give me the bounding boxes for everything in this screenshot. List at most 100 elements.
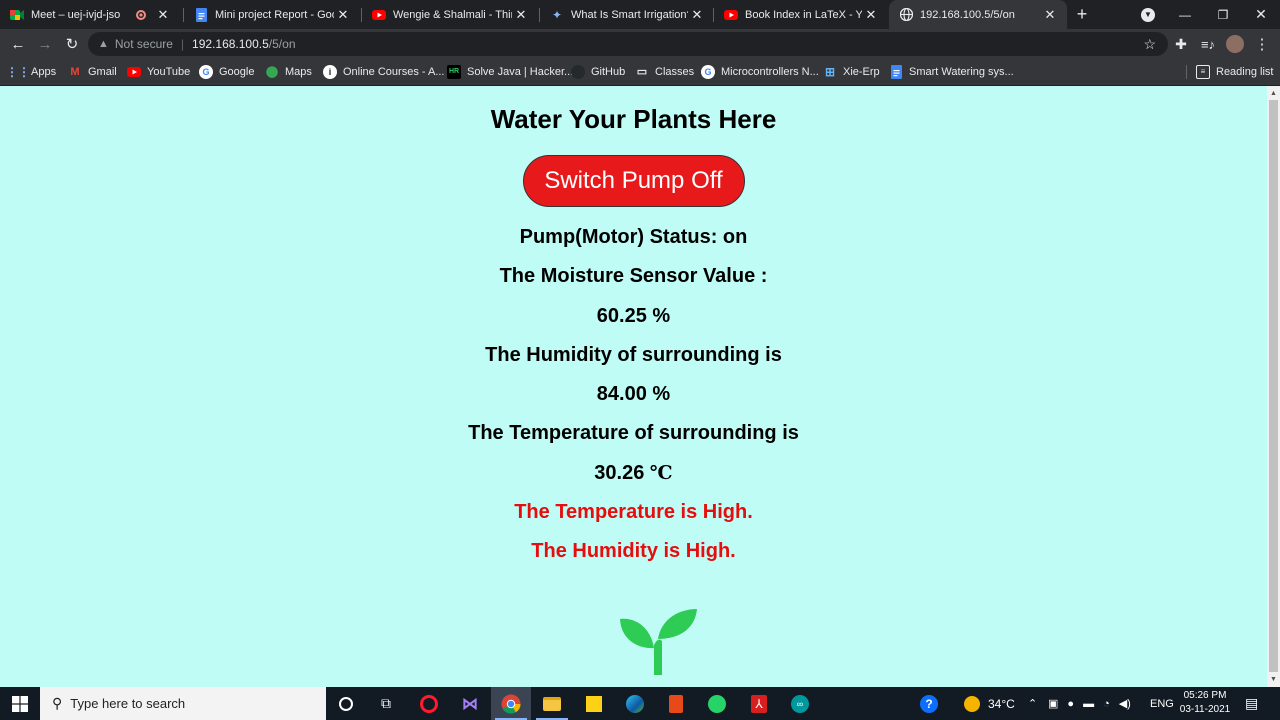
close-tab-icon[interactable]: ✕ bbox=[1041, 6, 1059, 24]
cortana-icon bbox=[339, 696, 353, 711]
new-tab-button[interactable]: + bbox=[1072, 4, 1092, 24]
close-tab-icon[interactable]: ✕ bbox=[512, 6, 530, 24]
office-app[interactable] bbox=[656, 687, 696, 720]
restore-button[interactable]: ❐ bbox=[1210, 0, 1236, 29]
sticky-notes-app[interactable] bbox=[574, 687, 614, 720]
tab-smart-irrigation[interactable]: ✦ What Is Smart Irrigation? - ✕ bbox=[540, 0, 714, 29]
bookmark-label: Smart Watering sys... bbox=[909, 65, 1014, 78]
chrome-app[interactable] bbox=[491, 687, 531, 720]
extensions-button[interactable]: ✚ bbox=[1170, 33, 1192, 55]
temperature-alert: The Temperature is High. bbox=[514, 501, 753, 524]
tray-overflow-button[interactable]: ⌃ bbox=[1028, 687, 1037, 720]
tab-wengie[interactable]: Wengie & Shalmali - Thing ✕ bbox=[362, 0, 538, 29]
start-button[interactable] bbox=[0, 687, 40, 720]
meet-now-icon: ▣ bbox=[1048, 698, 1059, 710]
media-control-button[interactable]: ≡♪ bbox=[1197, 33, 1219, 55]
tab-meet[interactable]: Meet – uej-ivjd-jso ✕ bbox=[0, 0, 180, 29]
bookmark-github[interactable]: GitHub bbox=[571, 58, 625, 85]
address-bar[interactable]: ▲ Not secure | 192.168.100.5/5/on ☆ bbox=[88, 32, 1168, 56]
close-window-button[interactable]: ✕ bbox=[1248, 0, 1274, 29]
tab-title: 192.168.100.5/5/on bbox=[920, 8, 1015, 21]
language-indicator[interactable]: ENG bbox=[1150, 687, 1174, 720]
acrobat-icon: ⅄ bbox=[751, 694, 767, 713]
github-icon bbox=[571, 64, 585, 79]
close-icon: ✕ bbox=[1255, 6, 1267, 22]
bookmark-xie-erp[interactable]: ⊞ Xie-Erp bbox=[823, 58, 880, 85]
windows-icon: ⊞ bbox=[824, 64, 836, 79]
close-tab-icon[interactable]: ✕ bbox=[154, 6, 172, 24]
sprout-icon bbox=[620, 609, 697, 675]
bookmark-label: Maps bbox=[285, 65, 312, 78]
close-tab-icon[interactable]: ✕ bbox=[334, 6, 352, 24]
wifi-icon: ◔ bbox=[1103, 697, 1110, 710]
bookmark-star-icon[interactable]: ☆ bbox=[1143, 36, 1156, 53]
tab-active-local[interactable]: 192.168.100.5/5/on ✕ bbox=[889, 0, 1067, 29]
scroll-up-arrow-icon[interactable]: ▲ bbox=[1267, 87, 1280, 100]
close-tab-icon[interactable]: ✕ bbox=[862, 6, 880, 24]
playlist-icon: ≡♪ bbox=[1200, 36, 1216, 52]
minimize-icon: — bbox=[1179, 7, 1191, 22]
reload-button[interactable]: ↻ bbox=[61, 33, 83, 55]
tab-title: Book Index in LaTeX - YouTube bbox=[745, 8, 862, 21]
bookmarks-bar: ⋮⋮ Apps M Gmail YouTube G Google ⬤ Maps … bbox=[0, 58, 1280, 86]
close-tab-icon[interactable]: ✕ bbox=[688, 6, 706, 24]
folder-icon bbox=[543, 696, 561, 711]
globe-icon bbox=[899, 8, 913, 22]
task-view-button[interactable]: ⧉ bbox=[366, 687, 406, 720]
page-title: Water Your Plants Here bbox=[490, 104, 777, 134]
youtube-icon bbox=[724, 8, 738, 22]
edge-app[interactable] bbox=[615, 687, 655, 720]
scroll-down-arrow-icon[interactable]: ▼ bbox=[1267, 673, 1280, 686]
arduino-app[interactable]: ∞ bbox=[780, 687, 820, 720]
tab-title: Mini project Report - Google bbox=[215, 8, 334, 21]
switch-pump-off-button[interactable]: Switch Pump Off bbox=[522, 155, 745, 207]
minimize-button[interactable]: — bbox=[1172, 0, 1198, 29]
moisture-value: 60.25 % bbox=[596, 304, 671, 327]
warning-triangle-icon: ▲ bbox=[98, 38, 109, 50]
youtube-icon bbox=[372, 8, 386, 22]
notifications-button[interactable]: ▤ bbox=[1245, 687, 1258, 720]
reading-list-button[interactable]: ≡ Reading list bbox=[1196, 58, 1273, 85]
cortana-button[interactable] bbox=[326, 687, 366, 720]
chevron-down-icon: ▼ bbox=[1141, 7, 1155, 22]
bookmark-online-courses[interactable]: i Online Courses - A... bbox=[323, 58, 445, 85]
system-clock[interactable]: 05:26 PM 03-11-2021 bbox=[1176, 689, 1234, 717]
weather-widget[interactable]: 34°C bbox=[964, 687, 1015, 720]
bookmark-youtube[interactable]: YouTube bbox=[127, 58, 190, 85]
tray-icons[interactable]: ▣ ● ▬ ◔ ◀) bbox=[1048, 687, 1131, 720]
file-explorer-app[interactable] bbox=[532, 687, 572, 720]
bookmark-label: Solve Java | Hacker... bbox=[467, 65, 574, 78]
tab-book-index[interactable]: Book Index in LaTeX - YouTube ✕ bbox=[714, 0, 888, 29]
bookmark-gmail[interactable]: M Gmail bbox=[68, 58, 116, 85]
bookmark-microcontrollers[interactable]: G Microcontrollers N... bbox=[701, 58, 819, 85]
bookmark-google[interactable]: G Google bbox=[199, 58, 254, 85]
bookmark-classes[interactable]: ▭ Classes bbox=[635, 58, 694, 85]
whatsapp-app[interactable] bbox=[697, 687, 737, 720]
opera-app[interactable] bbox=[409, 687, 449, 720]
bookmark-maps[interactable]: ⬤ Maps bbox=[265, 58, 312, 85]
bookmark-apps[interactable]: ⋮⋮ Apps bbox=[6, 58, 56, 85]
folder-icon: ▭ bbox=[636, 66, 648, 78]
bookmarks-divider bbox=[1186, 65, 1187, 79]
help-icon[interactable]: ? bbox=[920, 687, 938, 720]
profile-avatar[interactable] bbox=[1226, 35, 1244, 53]
edge-icon bbox=[626, 694, 644, 713]
page-scrollbar[interactable]: ▲ ▼ bbox=[1267, 86, 1280, 687]
forward-button[interactable]: → bbox=[34, 33, 56, 55]
tab-search-button[interactable]: ▼ bbox=[1136, 0, 1160, 29]
youtube-icon bbox=[127, 65, 141, 79]
browser-menu-button[interactable]: ⋮ bbox=[1251, 33, 1273, 55]
taskbar-search[interactable]: ⚲ Type here to search bbox=[40, 687, 326, 720]
tab-mini-project[interactable]: Mini project Report - Google ✕ bbox=[184, 0, 360, 29]
site-icon: ✦ bbox=[551, 7, 563, 22]
acrobat-app[interactable]: ⅄ bbox=[739, 687, 779, 720]
scrollbar-thumb[interactable] bbox=[1269, 100, 1278, 672]
sticky-note-icon bbox=[586, 695, 602, 712]
url-host: 192.168.100.5 bbox=[192, 37, 269, 51]
page-viewport: Water Your Plants Here Switch Pump Off P… bbox=[0, 86, 1267, 687]
bookmark-hackerrank[interactable]: HR Solve Java | Hacker... bbox=[447, 58, 573, 85]
visual-studio-app[interactable]: ⋈ bbox=[450, 687, 490, 720]
bookmark-smart-watering[interactable]: Smart Watering sys... bbox=[889, 58, 1014, 85]
temperature-label: The Temperature of surrounding is bbox=[468, 422, 799, 445]
back-button[interactable]: ← bbox=[7, 33, 29, 55]
